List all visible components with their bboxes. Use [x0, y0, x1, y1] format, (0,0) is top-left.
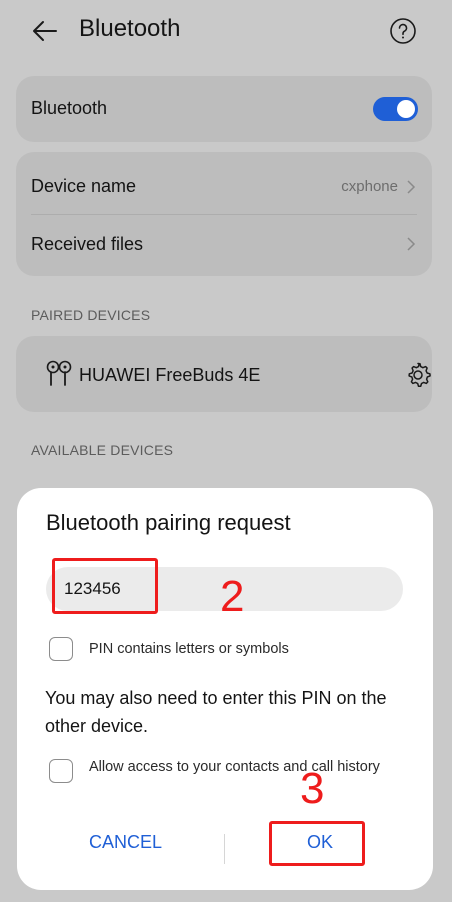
device-name-value: cxphone: [341, 178, 398, 195]
gear-icon[interactable]: [404, 361, 432, 389]
bluetooth-toggle[interactable]: [373, 97, 418, 121]
received-files-label: Received files: [31, 234, 144, 254]
device-name-label: Device name: [31, 176, 137, 196]
dialog-title: Bluetooth pairing request: [46, 510, 291, 535]
device-settings-card: Device name cxphone Received files: [16, 152, 432, 276]
pairing-dialog: Bluetooth pairing request 123456 PIN con…: [17, 488, 433, 890]
pin-message: You may also need to enter this PIN on t…: [45, 688, 387, 736]
paired-device-item[interactable]: HUAWEI FreeBuds 4E: [16, 336, 432, 412]
earbuds-icon: [46, 360, 72, 386]
help-icon[interactable]: [389, 17, 417, 45]
step-number-2: 2: [220, 572, 245, 621]
chevron-right-icon: [407, 237, 416, 251]
step-number-3: 3: [300, 764, 325, 813]
page-title: Bluetooth: [79, 15, 181, 42]
back-arrow-icon[interactable]: [30, 16, 60, 46]
paired-devices-heading: PAIRED DEVICES: [31, 307, 151, 323]
bluetooth-label: Bluetooth: [31, 98, 108, 118]
pin-letters-checkbox[interactable]: [49, 637, 73, 661]
available-devices-heading: AVAILABLE DEVICES: [31, 442, 174, 458]
contacts-access-label: Allow access to your contacts and call h…: [89, 759, 380, 775]
app-header: Bluetooth: [0, 0, 452, 64]
cancel-button[interactable]: CANCEL: [89, 832, 162, 853]
toggle-knob: [397, 100, 415, 118]
pin-highlight-box: [52, 558, 158, 614]
bluetooth-toggle-card[interactable]: Bluetooth: [16, 76, 432, 142]
chevron-right-icon: [407, 180, 416, 194]
paired-device-name: HUAWEI FreeBuds 4E: [79, 365, 261, 385]
contacts-access-checkbox[interactable]: [49, 759, 73, 783]
pin-letters-label: PIN contains letters or symbols: [89, 641, 289, 657]
ok-highlight-box: [269, 821, 365, 866]
divider: [31, 214, 417, 215]
button-divider: [224, 834, 225, 864]
